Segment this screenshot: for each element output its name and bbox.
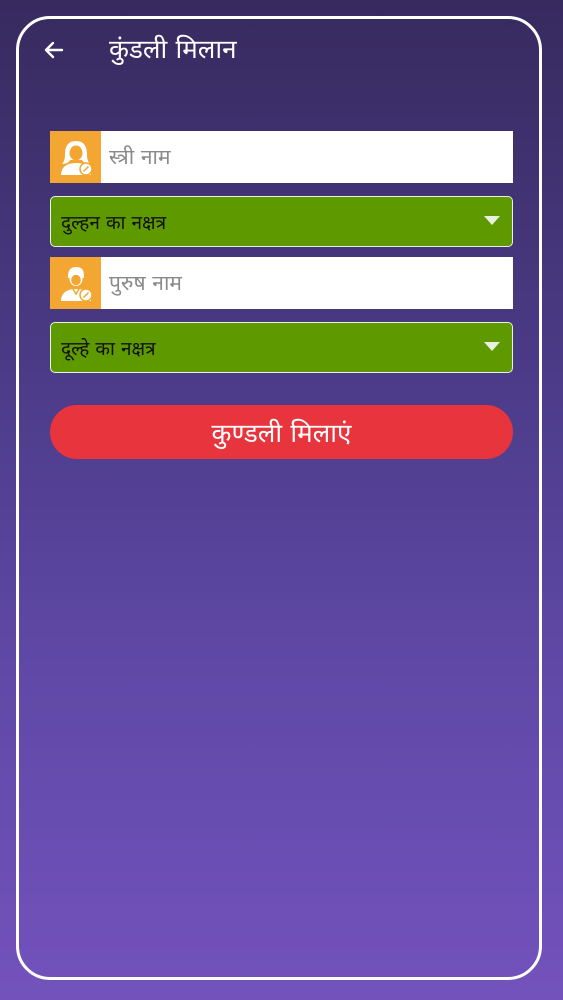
page-title: कुंडली मिलान	[109, 35, 237, 65]
bride-name-input[interactable]	[101, 131, 513, 183]
bride-nakshatra-select[interactable]: दुल्हन का नक्षत्र	[50, 196, 513, 247]
bride-name-row	[50, 131, 513, 183]
caret-down-icon	[484, 216, 500, 225]
arrow-left-icon	[44, 41, 64, 59]
bride-nakshatra-value: दुल्हन का नक्षत्र	[61, 211, 167, 234]
caret-down-icon	[484, 342, 500, 351]
groom-name-input[interactable]	[101, 257, 513, 309]
male-user-icon	[50, 257, 101, 309]
app-header: कुंडली मिलान	[0, 24, 563, 80]
back-button[interactable]	[38, 34, 70, 66]
kundli-form: दुल्हन का नक्षत्र दूल्हे का नक्षत्र	[50, 131, 513, 373]
groom-nakshatra-value: दूल्हे का नक्षत्र	[61, 337, 156, 360]
groom-nakshatra-select[interactable]: दूल्हे का नक्षत्र	[50, 322, 513, 373]
match-kundli-button[interactable]: कुण्डली मिलाएं	[50, 405, 513, 459]
groom-name-row	[50, 257, 513, 309]
female-user-icon	[50, 131, 101, 183]
